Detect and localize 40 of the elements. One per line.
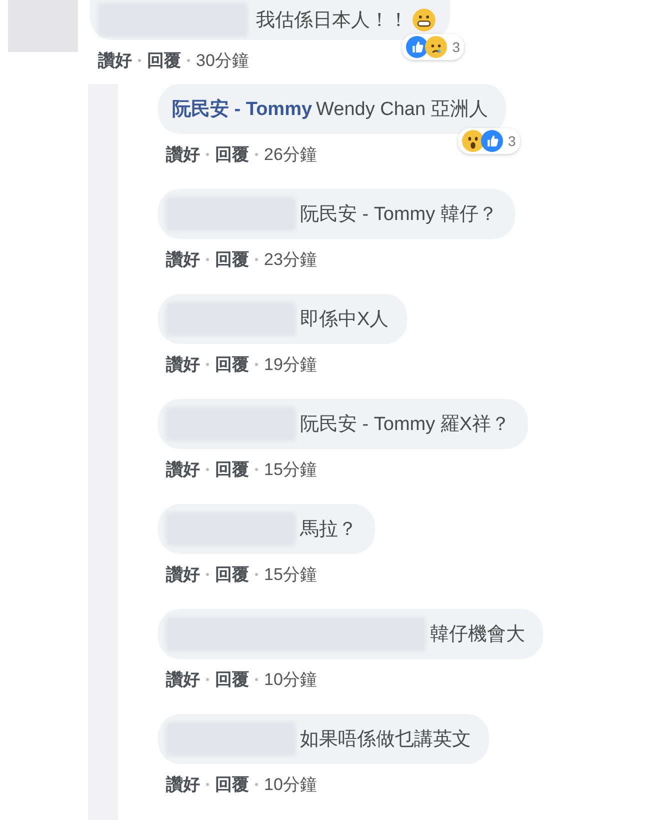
like-link[interactable]: 讚好: [166, 248, 200, 270]
crying-face-icon: [425, 36, 448, 58]
like-link[interactable]: 讚好: [166, 142, 200, 166]
like-link[interactable]: 讚好: [166, 458, 200, 480]
reaction-badge[interactable]: 3: [458, 128, 520, 154]
reply-link[interactable]: 回覆: [147, 48, 181, 72]
surprised-face-icon: [462, 130, 484, 152]
blurred-avatar: [8, 0, 78, 52]
like-icon: [406, 36, 428, 58]
like-link[interactable]: 讚好: [166, 668, 200, 690]
timestamp[interactable]: 30分鐘: [196, 48, 249, 72]
reply-text: 阮民安 - Tommy 羅X祥？: [300, 413, 510, 437]
timestamp[interactable]: 26分鐘: [264, 142, 317, 166]
like-link[interactable]: 讚好: [166, 352, 200, 376]
like-link[interactable]: 讚好: [166, 562, 200, 586]
timestamp[interactable]: 10分鐘: [264, 668, 317, 690]
like-icon: [481, 130, 504, 152]
reply-text: 韓仔機會大: [430, 623, 525, 647]
reply-text: 馬拉？: [300, 518, 357, 542]
comment-text: 我估係日本人！！: [256, 9, 408, 33]
reply-link[interactable]: 回覆: [215, 772, 249, 796]
timestamp[interactable]: 15分鐘: [264, 562, 317, 586]
reply-text: 如果唔係做乜講英文: [300, 728, 471, 752]
timestamp[interactable]: 10分鐘: [264, 772, 317, 796]
reply-link[interactable]: 回覆: [215, 248, 249, 270]
reply-link[interactable]: 回覆: [215, 352, 249, 376]
reply-link[interactable]: 回覆: [215, 142, 249, 166]
timestamp[interactable]: 15分鐘: [264, 458, 317, 480]
timestamp[interactable]: 19分鐘: [264, 352, 317, 376]
reply-link[interactable]: 回覆: [215, 668, 249, 690]
reply-text: 即係中X人: [300, 308, 389, 332]
reply-link[interactable]: 回覆: [215, 458, 249, 480]
author-name[interactable]: 阮民安 - Tommy: [172, 96, 312, 122]
like-link[interactable]: 讚好: [166, 772, 200, 796]
like-link[interactable]: 讚好: [98, 48, 132, 72]
reply-link[interactable]: 回覆: [215, 562, 249, 586]
timestamp[interactable]: 23分鐘: [264, 248, 317, 270]
reaction-badge[interactable]: 3: [402, 34, 464, 60]
reply-text: Wendy Chan 亞洲人: [316, 98, 488, 122]
reply-text: 阮民安 - Tommy 韓仔？: [300, 203, 498, 227]
